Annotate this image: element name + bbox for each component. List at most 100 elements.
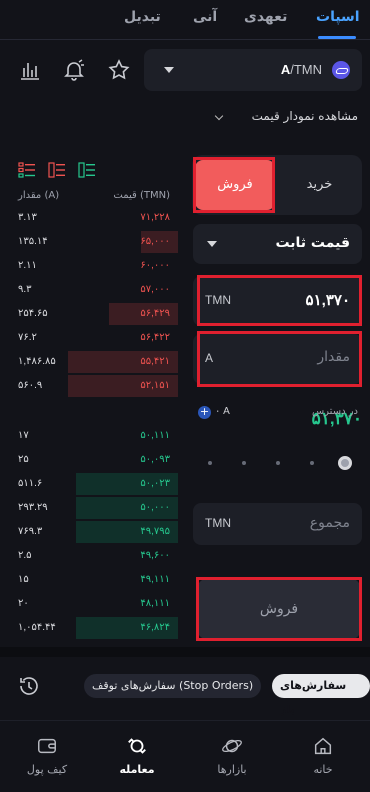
slider-step[interactable] bbox=[208, 461, 212, 465]
price-field[interactable]: TMN ۵۱,۳۷۰ bbox=[193, 276, 362, 326]
ask-row[interactable]: ۱,۴۸۶.۸۵ ۵۵,۴۲۱ bbox=[0, 350, 178, 374]
amount-unit: A bbox=[205, 351, 214, 365]
row-amount: ۵۶۰.۹ bbox=[18, 380, 43, 391]
bid-row[interactable]: ۱,۰۵۴.۴۴ ۴۶,۸۲۴ bbox=[0, 616, 178, 640]
nav-markets[interactable]: بازارها bbox=[195, 735, 269, 776]
ask-row[interactable]: ۱۳۵.۱۴ ۶۵,۰۰۰ bbox=[0, 230, 178, 254]
row-amount: ۲.۵ bbox=[18, 550, 32, 561]
slider-knob[interactable] bbox=[338, 456, 352, 470]
slider-step[interactable] bbox=[242, 461, 246, 465]
pair-selector[interactable]: A/TMN bbox=[144, 49, 362, 91]
total-field[interactable]: TMN مجموع bbox=[193, 503, 362, 545]
stop-orders-tab[interactable]: سفارش‌های توقف (Stop Orders) bbox=[84, 674, 262, 698]
orderbook-price-header: قیمت (TMN) bbox=[113, 190, 170, 201]
bid-row[interactable]: ۲۹۳.۲۹ ۵۰,۰۰۰ bbox=[0, 496, 178, 520]
row-price: ۶۰,۰۰۰ bbox=[140, 260, 170, 271]
market-tabs: تبدیل آنی تعهدی اسپات bbox=[0, 0, 370, 40]
price-value: ۵۱,۳۷۰ bbox=[305, 292, 350, 309]
available-label: در دسترس bbox=[311, 406, 358, 417]
nav-markets-label: بازارها bbox=[217, 763, 247, 776]
book-bids-icon[interactable] bbox=[78, 162, 96, 178]
row-price: ۷۱,۲۲۸ bbox=[140, 212, 170, 223]
book-asks-icon[interactable] bbox=[48, 162, 66, 178]
ask-row[interactable]: ۲۵۴.۶۵ ۵۶,۴۲۹ bbox=[0, 302, 178, 326]
row-amount: ۵۱۱.۶ bbox=[18, 478, 43, 489]
ask-row[interactable]: ۳.۱۳ ۷۱,۲۲۸ bbox=[0, 206, 178, 230]
row-amount: ۷۶.۲ bbox=[18, 332, 37, 343]
amount-placeholder: مقدار bbox=[317, 349, 350, 365]
section-divider bbox=[0, 647, 370, 657]
bell-alert-icon[interactable] bbox=[62, 58, 86, 82]
row-amount: ۲۰ bbox=[18, 598, 29, 609]
row-amount: ۱,۰۵۴.۴۴ bbox=[18, 622, 56, 633]
pair-label: A/TMN bbox=[280, 62, 322, 77]
bid-row[interactable]: ۵۱۱.۶ ۵۰,۰۲۳ bbox=[0, 472, 178, 496]
row-price: ۵۵,۴۲۱ bbox=[140, 356, 170, 367]
bid-row[interactable]: ۱۷ ۵۰,۱۱۱ bbox=[0, 424, 178, 448]
row-price: ۴۶,۸۲۴ bbox=[140, 622, 170, 633]
nav-wallet[interactable]: کیف پول bbox=[10, 735, 84, 776]
planet-icon bbox=[222, 739, 242, 753]
row-price: ۴۹,۱۱۱ bbox=[140, 574, 170, 585]
row-amount: ۲۵ bbox=[18, 454, 29, 465]
slider-step[interactable] bbox=[310, 461, 314, 465]
row-amount: ۱۵ bbox=[18, 574, 29, 585]
tab-active-indicator bbox=[318, 36, 356, 39]
nav-wallet-label: کیف پول bbox=[26, 763, 68, 776]
ask-row[interactable]: ۵۶۰.۹ ۵۲,۱۵۱ bbox=[0, 374, 178, 398]
deposit-plus-button[interactable]: + bbox=[198, 406, 211, 419]
bid-row[interactable]: ۲۵ ۵۰,۰۹۳ bbox=[0, 448, 178, 472]
ask-row[interactable]: ۲.۱۱ ۶۰,۰۰۰ bbox=[0, 254, 178, 278]
star-icon[interactable] bbox=[107, 58, 131, 82]
trade-icon bbox=[128, 738, 146, 754]
row-price: ۵۶,۴۲۹ bbox=[140, 308, 170, 319]
chart-bars-icon[interactable] bbox=[18, 58, 42, 82]
order-type-select[interactable]: قیمت ثابت bbox=[193, 224, 362, 264]
nav-home[interactable]: خانه bbox=[286, 735, 360, 776]
row-amount: ۲۹۳.۲۹ bbox=[18, 502, 48, 513]
row-amount: ۱۷ bbox=[18, 430, 29, 441]
open-orders-tab[interactable]: سفارش‌های باز bbox=[272, 674, 370, 716]
nav-trade-label: معامله bbox=[119, 763, 155, 776]
row-price: ۴۸,۱۱۱ bbox=[140, 598, 170, 609]
buy-tab[interactable]: خرید bbox=[277, 155, 362, 215]
price-unit: TMN bbox=[205, 293, 231, 307]
coin-logo-icon bbox=[332, 61, 350, 79]
caret-down-icon bbox=[164, 67, 174, 73]
buy-sell-toggle: خرید فروش bbox=[192, 155, 362, 215]
total-placeholder: مجموع bbox=[309, 515, 350, 531]
row-amount: ۷۶۹.۳ bbox=[18, 526, 43, 537]
row-price: ۵۰,۰۹۳ bbox=[140, 454, 170, 465]
row-price: ۵۲,۱۵۱ bbox=[140, 380, 170, 391]
bid-row[interactable]: ۲.۵ ۴۹,۶۰۰ bbox=[0, 544, 178, 568]
sell-tab[interactable]: فروش bbox=[195, 160, 275, 210]
orderbook-amount-header: مقدار (A) bbox=[18, 190, 60, 201]
nav-trade[interactable]: معامله bbox=[100, 735, 174, 776]
order-type-value: قیمت ثابت bbox=[275, 235, 350, 251]
view-chart-link[interactable]: مشاهده نمودار قیمت bbox=[252, 109, 358, 123]
tab-instant[interactable]: آنی bbox=[193, 9, 217, 25]
tab-margin[interactable]: تعهدی bbox=[244, 9, 287, 25]
row-amount: ۱۳۵.۱۴ bbox=[18, 236, 48, 247]
bottom-nav: کیف پول معامله بازارها خانه bbox=[0, 720, 370, 792]
row-amount: ۲۵۴.۶۵ bbox=[18, 308, 48, 319]
tab-spot[interactable]: اسپات bbox=[316, 9, 360, 25]
slider-step[interactable] bbox=[276, 461, 280, 465]
row-price: ۴۹,۶۰۰ bbox=[140, 550, 170, 561]
amount-field[interactable]: A مقدار bbox=[193, 334, 362, 384]
tab-convert[interactable]: تبدیل bbox=[124, 9, 161, 25]
row-price: ۵۷,۰۰۰ bbox=[140, 284, 170, 295]
history-icon[interactable] bbox=[17, 674, 41, 698]
sell-submit-button[interactable]: فروش bbox=[198, 579, 360, 639]
bid-row[interactable]: ۷۶۹.۳ ۴۹,۷۹۵ bbox=[0, 520, 178, 544]
row-amount: ۳.۱۳ bbox=[18, 212, 37, 223]
row-amount: ۹.۳ bbox=[18, 284, 32, 295]
bid-row[interactable]: ۲۰ ۴۸,۱۱۱ bbox=[0, 592, 178, 616]
row-amount: ۲.۱۱ bbox=[18, 260, 37, 271]
bid-row[interactable]: ۱۵ ۴۹,۱۱۱ bbox=[0, 568, 178, 592]
ask-row[interactable]: ۹.۳ ۵۷,۰۰۰ bbox=[0, 278, 178, 302]
book-both-icon[interactable] bbox=[18, 162, 36, 178]
available-value: ۰ A bbox=[215, 406, 230, 417]
total-unit: TMN bbox=[205, 516, 231, 530]
ask-row[interactable]: ۷۶.۲ ۵۶,۴۲۲ bbox=[0, 326, 178, 350]
